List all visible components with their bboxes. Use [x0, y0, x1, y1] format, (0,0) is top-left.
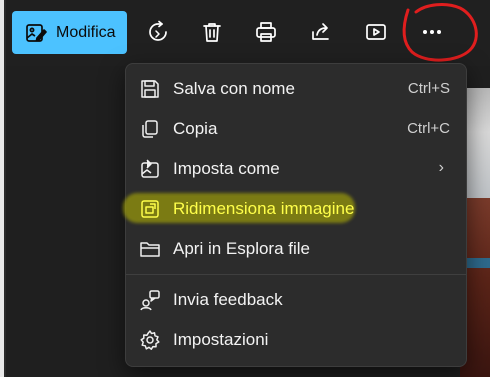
menu-item-set-as[interactable]: Imposta come ›	[126, 151, 466, 187]
feedback-icon	[139, 289, 161, 311]
menu-item-copy[interactable]: Copia Ctrl+C	[126, 111, 466, 147]
delete-icon[interactable]	[200, 20, 224, 44]
menu-item-send-feedback[interactable]: Invia feedback	[126, 282, 466, 318]
menu-item-label: Imposta come	[173, 159, 280, 178]
menu-item-label: Salva con nome	[173, 79, 295, 98]
save-icon	[139, 78, 161, 100]
menu-item-settings[interactable]: Impostazioni	[126, 322, 466, 358]
red-circle-annotation	[402, 3, 478, 62]
edit-button[interactable]: Modifica	[12, 11, 127, 54]
menu-divider	[126, 274, 466, 275]
menu-item-label: Ridimensiona immagine	[173, 199, 355, 218]
menu-item-resize-image[interactable]: Ridimensiona immagine	[123, 191, 466, 227]
set-as-icon	[139, 158, 161, 180]
menu-item-open-in-explorer[interactable]: Apri in Esplora file	[126, 231, 466, 267]
chevron-right-icon: ›	[438, 159, 444, 176]
resize-image-icon	[139, 198, 161, 220]
edit-photo-icon	[24, 21, 48, 45]
slideshow-icon[interactable]	[364, 20, 388, 44]
menu-item-label: Invia feedback	[173, 290, 283, 309]
photo-preview-sign	[463, 258, 490, 268]
folder-icon	[139, 238, 161, 260]
menu-item-shortcut: Ctrl+S	[407, 80, 450, 97]
settings-icon	[139, 329, 161, 351]
share-icon[interactable]	[309, 20, 333, 44]
menu-item-save-as[interactable]: Salva con nome Ctrl+S	[126, 71, 466, 107]
menu-item-label: Impostazioni	[173, 330, 269, 349]
print-icon[interactable]	[254, 20, 278, 44]
more-options-menu: Salva con nome Ctrl+S Copia Ctrl+C Impos…	[123, 63, 467, 367]
menu-item-label: Apri in Esplora file	[173, 239, 311, 258]
menu-item-label: Copia	[173, 119, 218, 138]
copy-icon	[139, 118, 161, 140]
menu-item-shortcut: Ctrl+C	[407, 120, 450, 137]
rotate-icon[interactable]	[146, 20, 170, 44]
edit-button-label: Modifica	[56, 23, 116, 41]
